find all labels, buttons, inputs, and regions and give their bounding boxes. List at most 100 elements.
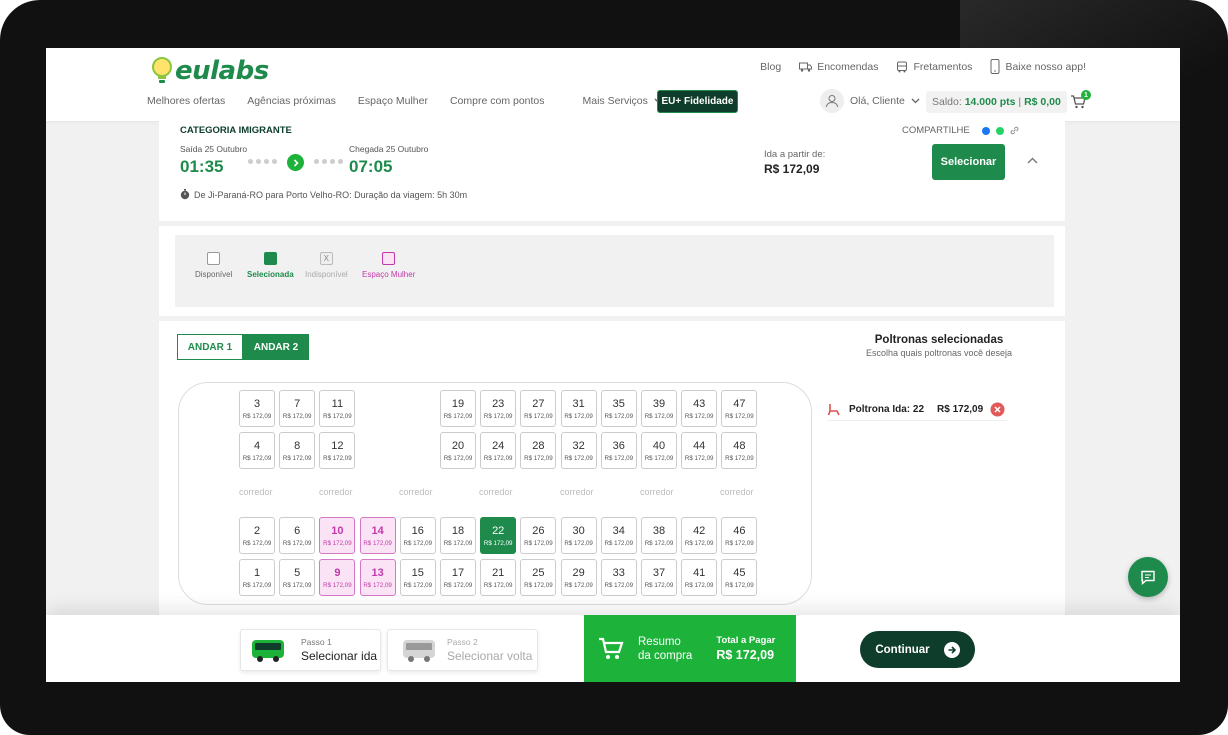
seat-1[interactable]: 1 R$ 172,09: [239, 559, 275, 596]
cart-count-badge: 1: [1081, 90, 1091, 100]
nav-agencias[interactable]: Agências próximas: [247, 95, 336, 107]
selected-seat-item: Poltrona Ida: 22 R$ 172,09: [827, 399, 1007, 421]
chevron-up-icon[interactable]: [1027, 157, 1038, 164]
seat-35[interactable]: 35 R$ 172,09: [600, 390, 637, 427]
seat-47[interactable]: 47 R$ 172,09: [721, 390, 758, 427]
seat-28[interactable]: 28 R$ 172,09: [520, 432, 557, 469]
seat-44[interactable]: 44 R$ 172,09: [681, 432, 718, 469]
seat-5[interactable]: 5 R$ 172,09: [279, 559, 316, 596]
step-1-card[interactable]: Passo 1 Selecionar ida: [240, 629, 381, 671]
facebook-icon[interactable]: [981, 126, 990, 135]
seat-6[interactable]: 6 R$ 172,09: [279, 517, 316, 554]
whatsapp-icon[interactable]: [995, 126, 1004, 135]
seat-22[interactable]: 22 R$ 172,09: [480, 517, 517, 554]
seat-number: 14: [371, 524, 384, 537]
seat-38[interactable]: 38 R$ 172,09: [641, 517, 677, 554]
tab-andar-1[interactable]: ANDAR 1: [177, 334, 243, 360]
seat-45[interactable]: 45 R$ 172,09: [721, 559, 758, 596]
seat-32[interactable]: 32 R$ 172,09: [560, 432, 597, 469]
corridor-label: corredor: [640, 487, 674, 497]
seat-20[interactable]: 20 R$ 172,09: [440, 432, 476, 469]
seat-30[interactable]: 30 R$ 172,09: [560, 517, 597, 554]
seat-26[interactable]: 26 R$ 172,09: [520, 517, 557, 554]
saldo-label: Saldo:: [932, 96, 962, 108]
seat-18[interactable]: 18 R$ 172,09: [440, 517, 476, 554]
seat-10[interactable]: 10 R$ 172,09: [319, 517, 356, 554]
seat-13[interactable]: 13 R$ 172,09: [359, 559, 396, 596]
seat-price: R$ 172,09: [644, 412, 674, 420]
seat-40[interactable]: 40 R$ 172,09: [641, 432, 677, 469]
seat-2[interactable]: 2 R$ 172,09: [239, 517, 275, 554]
seat-37[interactable]: 37 R$ 172,09: [641, 559, 677, 596]
seat-33[interactable]: 33 R$ 172,09: [600, 559, 637, 596]
seat-price: R$ 172,09: [483, 412, 513, 420]
seat-19[interactable]: 19 R$ 172,09: [440, 390, 476, 427]
seat-3[interactable]: 3 R$ 172,09: [239, 390, 275, 427]
encomendas-link[interactable]: Encomendas: [799, 61, 878, 73]
seat-7[interactable]: 7 R$ 172,09: [279, 390, 316, 427]
selected-seat-price: R$ 172,09: [937, 404, 984, 415]
seat-12[interactable]: 12 R$ 172,09: [319, 432, 356, 469]
seat-48[interactable]: 48 R$ 172,09: [721, 432, 758, 469]
seat-14[interactable]: 14 R$ 172,09: [359, 517, 396, 554]
app-link[interactable]: Baixe nosso app!: [990, 59, 1086, 74]
seat-16[interactable]: 16 R$ 172,09: [399, 517, 436, 554]
seat-price: R$ 172,09: [323, 454, 352, 462]
seat-24[interactable]: 24 R$ 172,09: [480, 432, 517, 469]
seat-29[interactable]: 29 R$ 172,09: [560, 559, 597, 596]
nav-espaco-mulher[interactable]: Espaço Mulher: [358, 95, 428, 107]
seat-price: R$ 172,09: [524, 539, 553, 547]
step-2-card[interactable]: Passo 2 Selecionar volta: [387, 629, 538, 671]
seat-31[interactable]: 31 R$ 172,09: [560, 390, 597, 427]
seat-43[interactable]: 43 R$ 172,09: [681, 390, 718, 427]
seat-41[interactable]: 41 R$ 172,09: [681, 559, 718, 596]
seat-number: 37: [652, 566, 666, 579]
continue-button[interactable]: Continuar: [860, 631, 975, 668]
nav-melhores-ofertas[interactable]: Melhores ofertas: [147, 95, 225, 107]
seat-15[interactable]: 15 R$ 172,09: [399, 559, 436, 596]
seat-number: 48: [733, 439, 746, 452]
nav-mais-servicos[interactable]: Mais Serviços: [583, 95, 663, 107]
seat-9[interactable]: 9 R$ 172,09: [319, 559, 356, 596]
share-label: COMPARTILHE: [902, 125, 970, 136]
remove-icon[interactable]: [990, 402, 1005, 417]
seat-46[interactable]: 46 R$ 172,09: [721, 517, 758, 554]
seat-23[interactable]: 23 R$ 172,09: [480, 390, 517, 427]
phone-icon: [990, 59, 1000, 74]
dots-right: [314, 159, 343, 164]
seat-25[interactable]: 25 R$ 172,09: [520, 559, 557, 596]
fretamentos-link[interactable]: Fretamentos: [896, 61, 972, 73]
seat-number: 32: [572, 439, 585, 452]
blog-link[interactable]: Blog: [760, 61, 781, 73]
seat-34[interactable]: 34 R$ 172,09: [600, 517, 637, 554]
seat-4[interactable]: 4 R$ 172,09: [239, 432, 275, 469]
mais-servicos-label: Mais Serviços: [582, 95, 648, 107]
user-menu[interactable]: Olá, Cliente: [820, 89, 920, 113]
select-trip-button[interactable]: Selecionar: [932, 144, 1005, 180]
link-icon[interactable]: [1010, 126, 1019, 135]
encomendas-label: Encomendas: [817, 60, 879, 73]
fidelidade-button[interactable]: EU+ Fidelidade: [657, 90, 738, 113]
seat-42[interactable]: 42 R$ 172,09: [681, 517, 718, 554]
corridor-label: corredor: [239, 487, 273, 497]
purchase-summary[interactable]: Resumo da compra Total a Pagar R$ 172,09: [584, 615, 796, 682]
seat-11[interactable]: 11 R$ 172,09: [319, 390, 356, 427]
seat-price: R$ 172,09: [242, 454, 272, 462]
nav-compre-pontos[interactable]: Compre com pontos: [450, 95, 545, 107]
seat-36[interactable]: 36 R$ 172,09: [600, 432, 637, 469]
corridor-label: corredor: [319, 487, 353, 497]
seat-number: 16: [411, 524, 424, 537]
seat-price: R$ 172,09: [644, 581, 674, 589]
tab-andar-2[interactable]: ANDAR 2: [243, 334, 309, 360]
seat-39[interactable]: 39 R$ 172,09: [641, 390, 677, 427]
seat-27[interactable]: 27 R$ 172,09: [520, 390, 557, 427]
chat-button[interactable]: [1128, 557, 1168, 597]
seat-21[interactable]: 21 R$ 172,09: [480, 559, 517, 596]
seat-price: R$ 172,09: [282, 412, 312, 420]
seat-17[interactable]: 17 R$ 172,09: [440, 559, 476, 596]
user-icon: [820, 89, 844, 113]
seat-price: R$ 172,09: [282, 539, 312, 547]
logo[interactable]: eulabs: [151, 54, 269, 88]
seat-8[interactable]: 8 R$ 172,09: [279, 432, 316, 469]
seat-legend: Disponível Selecionada X Indisponível Es…: [175, 235, 1054, 307]
